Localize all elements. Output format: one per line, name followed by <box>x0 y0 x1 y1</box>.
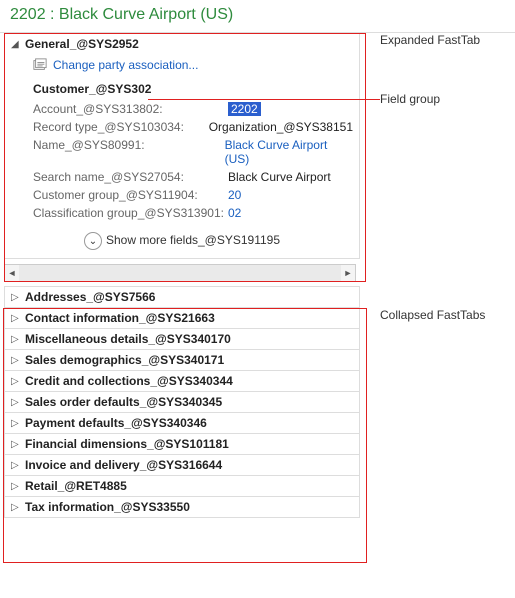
field-label: Account_@SYS313802: <box>33 102 228 116</box>
annotation-line-fieldgroup <box>148 99 380 100</box>
fasttab-collapsed: ▷ Miscellaneous details_@SYS340170 <box>4 328 360 350</box>
fasttab-title: Credit and collections_@SYS340344 <box>25 374 233 388</box>
field-value[interactable]: 20 <box>228 188 241 202</box>
chevron-right-icon: ▷ <box>11 481 21 492</box>
chevron-right-icon: ▷ <box>11 397 21 408</box>
fasttab-header[interactable]: ▷ Invoice and delivery_@SYS316644 <box>5 455 359 475</box>
scrollbar-track[interactable] <box>19 265 341 281</box>
fasttab-header[interactable]: ▷ Miscellaneous details_@SYS340170 <box>5 329 359 349</box>
fasttab-title: Contact information_@SYS21663 <box>25 311 215 325</box>
chevron-right-icon: ▷ <box>11 355 21 366</box>
fasttab-collapsed: ▷ Retail_@RET4885 <box>4 475 360 497</box>
field-value: 2202 <box>228 102 261 116</box>
fasttab-title: Retail_@RET4885 <box>25 479 127 493</box>
chevron-down-icon: ⌄ <box>84 232 102 250</box>
fasttab-header[interactable]: ▷ Retail_@RET4885 <box>5 476 359 496</box>
fasttab-header-general[interactable]: ◢ General_@SYS2952 <box>5 34 359 54</box>
field-label: Customer group_@SYS11904: <box>33 188 228 202</box>
fasttab-title: Miscellaneous details_@SYS340170 <box>25 332 231 346</box>
horizontal-scrollbar[interactable]: ◄ ► <box>4 264 356 282</box>
fasttab-title: Payment defaults_@SYS340346 <box>25 416 207 430</box>
chevron-right-icon: ▷ <box>11 292 21 303</box>
fasttab-collapsed: ▷ Financial dimensions_@SYS101181 <box>4 433 360 455</box>
fasttab-general: ◢ General_@SYS2952 Change party associat… <box>4 33 360 259</box>
chevron-right-icon: ▷ <box>11 502 21 513</box>
field-value: Black Curve Airport <box>228 170 331 184</box>
field-value: Organization_@SYS38151 <box>209 120 353 134</box>
field-row: Account_@SYS313802:2202 <box>5 100 359 118</box>
chevron-right-icon: ▷ <box>11 460 21 471</box>
field-row: Record type_@SYS103034: Organization_@SY… <box>5 118 359 136</box>
change-association-icon <box>33 58 47 72</box>
annotation-label-expanded: Expanded FastTab <box>380 33 480 47</box>
annotation-label-collapsed: Collapsed FastTabs <box>380 308 485 322</box>
annotation-label-fieldgroup: Field group <box>380 92 440 106</box>
show-more-fields[interactable]: ⌄Show more fields_@SYS191195 <box>5 222 359 258</box>
fasttab-header[interactable]: ▷ Addresses_@SYS7566 <box>5 287 359 307</box>
field-row: Classification group_@SYS313901:02 <box>5 204 359 222</box>
field-row: Search name_@SYS27054:Black Curve Airpor… <box>5 168 359 186</box>
fasttab-title: General_@SYS2952 <box>25 37 139 51</box>
fasttab-header[interactable]: ▷ Contact information_@SYS21663 <box>5 308 359 328</box>
fasttab-header[interactable]: ▷ Payment defaults_@SYS340346 <box>5 413 359 433</box>
fasttab-title: Tax information_@SYS33550 <box>25 500 190 514</box>
scroll-right-icon[interactable]: ► <box>341 268 355 278</box>
chevron-right-icon: ▷ <box>11 439 21 450</box>
fasttab-collapsed: ▷ Invoice and delivery_@SYS316644 <box>4 454 360 476</box>
chevron-right-icon: ▷ <box>11 418 21 429</box>
field-row: Customer group_@SYS11904:20 <box>5 186 359 204</box>
fasttab-collapsed: ▷ Sales demographics_@SYS340171 <box>4 349 360 371</box>
scroll-left-icon[interactable]: ◄ <box>5 268 19 278</box>
change-party-link[interactable]: Change party association... <box>53 58 198 72</box>
chevron-right-icon: ▷ <box>11 313 21 324</box>
chevron-right-icon: ▷ <box>11 376 21 387</box>
fasttab-collapsed: ▷ Addresses_@SYS7566 <box>4 286 360 308</box>
fasttab-header[interactable]: ▷ Tax information_@SYS33550 <box>5 497 359 517</box>
fasttab-header[interactable]: ▷ Credit and collections_@SYS340344 <box>5 371 359 391</box>
field-label: Search name_@SYS27054: <box>33 170 228 184</box>
field-group-title: Customer_@SYS302 <box>5 78 359 100</box>
field-label: Record type_@SYS103034: <box>33 120 209 134</box>
fasttab-title: Sales order defaults_@SYS340345 <box>25 395 222 409</box>
fasttab-title: Sales demographics_@SYS340171 <box>25 353 224 367</box>
fasttab-collapsed: ▷ Credit and collections_@SYS340344 <box>4 370 360 392</box>
fasttab-header[interactable]: ▷ Sales demographics_@SYS340171 <box>5 350 359 370</box>
fasttab-title: Invoice and delivery_@SYS316644 <box>25 458 222 472</box>
fasttab-header[interactable]: ▷ Financial dimensions_@SYS101181 <box>5 434 359 454</box>
fasttab-collapsed: ▷ Contact information_@SYS21663 <box>4 307 360 329</box>
fasttab-collapsed: ▷ Payment defaults_@SYS340346 <box>4 412 360 434</box>
chevron-down-icon: ◢ <box>11 39 21 50</box>
field-value[interactable]: Black Curve Airport (US) <box>225 138 353 166</box>
fasttab-collapsed: ▷ Sales order defaults_@SYS340345 <box>4 391 360 413</box>
fasttab-header[interactable]: ▷ Sales order defaults_@SYS340345 <box>5 392 359 412</box>
chevron-right-icon: ▷ <box>11 334 21 345</box>
fasttab-title: Addresses_@SYS7566 <box>25 290 155 304</box>
page-title: 2202 : Black Curve Airport (US) <box>0 0 515 33</box>
fasttab-title: Financial dimensions_@SYS101181 <box>25 437 229 451</box>
field-label: Classification group_@SYS313901: <box>33 206 228 220</box>
fasttab-collapsed: ▷ Tax information_@SYS33550 <box>4 496 360 518</box>
field-value[interactable]: 02 <box>228 206 241 220</box>
field-label: Name_@SYS80991: <box>33 138 225 166</box>
field-row: Name_@SYS80991:Black Curve Airport (US) <box>5 136 359 168</box>
